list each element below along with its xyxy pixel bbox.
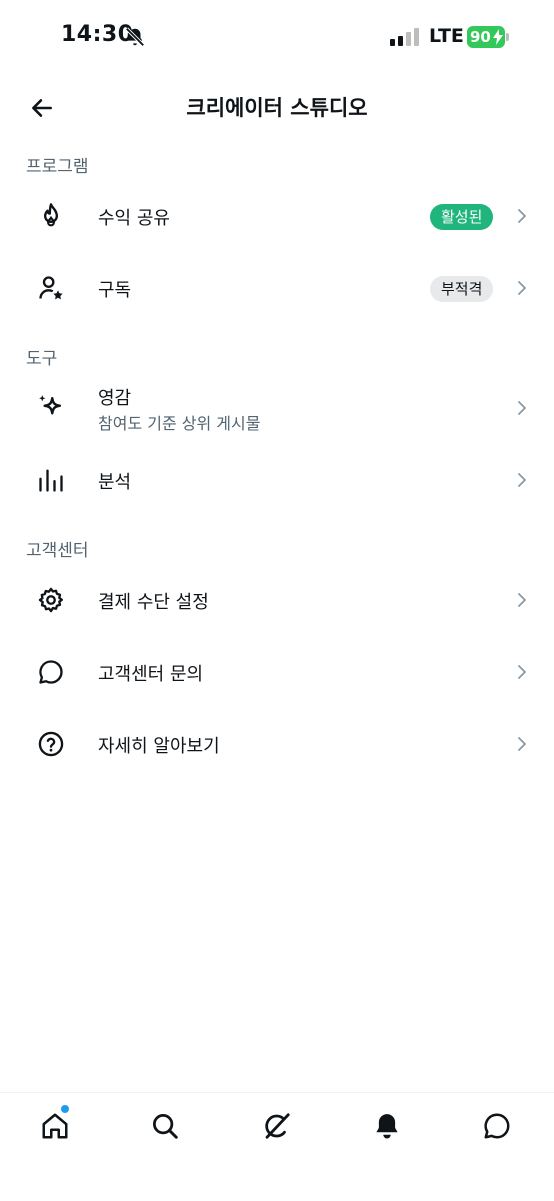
section-label-programs: 프로그램	[26, 157, 89, 177]
battery-level: 90	[470, 28, 491, 46]
help-circle-icon	[34, 727, 68, 761]
network-type: LTE	[429, 25, 464, 47]
bottom-tab-bar	[0, 1092, 554, 1201]
section-label-tools: 도구	[26, 349, 58, 369]
sparkle-icon	[34, 390, 68, 424]
person-star-icon	[34, 271, 68, 305]
battery-indicator: 90	[467, 26, 505, 48]
home-icon[interactable]	[38, 1109, 72, 1143]
chevron-right-icon	[514, 400, 530, 416]
menu-item-label: 수익 공유	[98, 208, 170, 229]
menu-item-label: 자세히 알아보기	[98, 736, 220, 757]
bell-icon[interactable]	[370, 1109, 404, 1143]
chevron-right-icon	[514, 280, 530, 296]
menu-item-sublabel: 참여도 기준 상위 게시물	[98, 414, 261, 433]
menu-item-label: 구독	[98, 280, 132, 301]
status-bar: 14:30 LTE 90	[0, 0, 554, 72]
chevron-right-icon	[514, 208, 530, 224]
chevron-right-icon	[514, 592, 530, 608]
chevron-right-icon	[514, 736, 530, 752]
menu-item-label: 분석	[98, 472, 132, 493]
gear-icon	[34, 583, 68, 617]
menu-item-inspiration[interactable]: 영감 참여도 기준 상위 게시물	[0, 376, 554, 440]
status-time: 14:30	[61, 22, 134, 47]
page-title: 크리에이터 스튜디오	[186, 96, 368, 120]
chevron-right-icon	[514, 472, 530, 488]
menu-item-learn-more[interactable]: 자세히 알아보기	[0, 712, 554, 776]
status-badge-active: 활성된	[430, 204, 494, 230]
menu-item-label: 고객센터 문의	[98, 664, 204, 685]
search-icon[interactable]	[148, 1109, 182, 1143]
chat-bubble-icon	[34, 655, 68, 689]
menu-item-label: 영감	[98, 388, 132, 409]
page-header: 크리에이터 스튜디오	[0, 80, 554, 134]
bar-chart-icon	[34, 463, 68, 497]
section-label-support: 고객센터	[26, 541, 89, 561]
messages-icon[interactable]	[480, 1109, 514, 1143]
bell-off-icon	[124, 26, 146, 52]
menu-item-payment-settings[interactable]: 결제 수단 설정	[0, 568, 554, 632]
battery-cap	[506, 33, 509, 41]
status-badge-ineligible: 부적격	[430, 276, 494, 302]
grok-icon[interactable]	[260, 1109, 294, 1143]
fire-icon	[34, 199, 68, 233]
menu-item-label: 결제 수단 설정	[98, 592, 209, 613]
chevron-right-icon	[514, 664, 530, 680]
signal-icon	[390, 28, 420, 46]
notification-dot	[60, 1104, 70, 1114]
menu-item-subscriptions[interactable]: 구독 부적격	[0, 256, 554, 320]
bolt-icon	[493, 29, 503, 51]
menu-item-analytics[interactable]: 분석	[0, 448, 554, 512]
menu-item-revenue-sharing[interactable]: 수익 공유 활성된	[0, 184, 554, 248]
menu-item-contact-support[interactable]: 고객센터 문의	[0, 640, 554, 704]
